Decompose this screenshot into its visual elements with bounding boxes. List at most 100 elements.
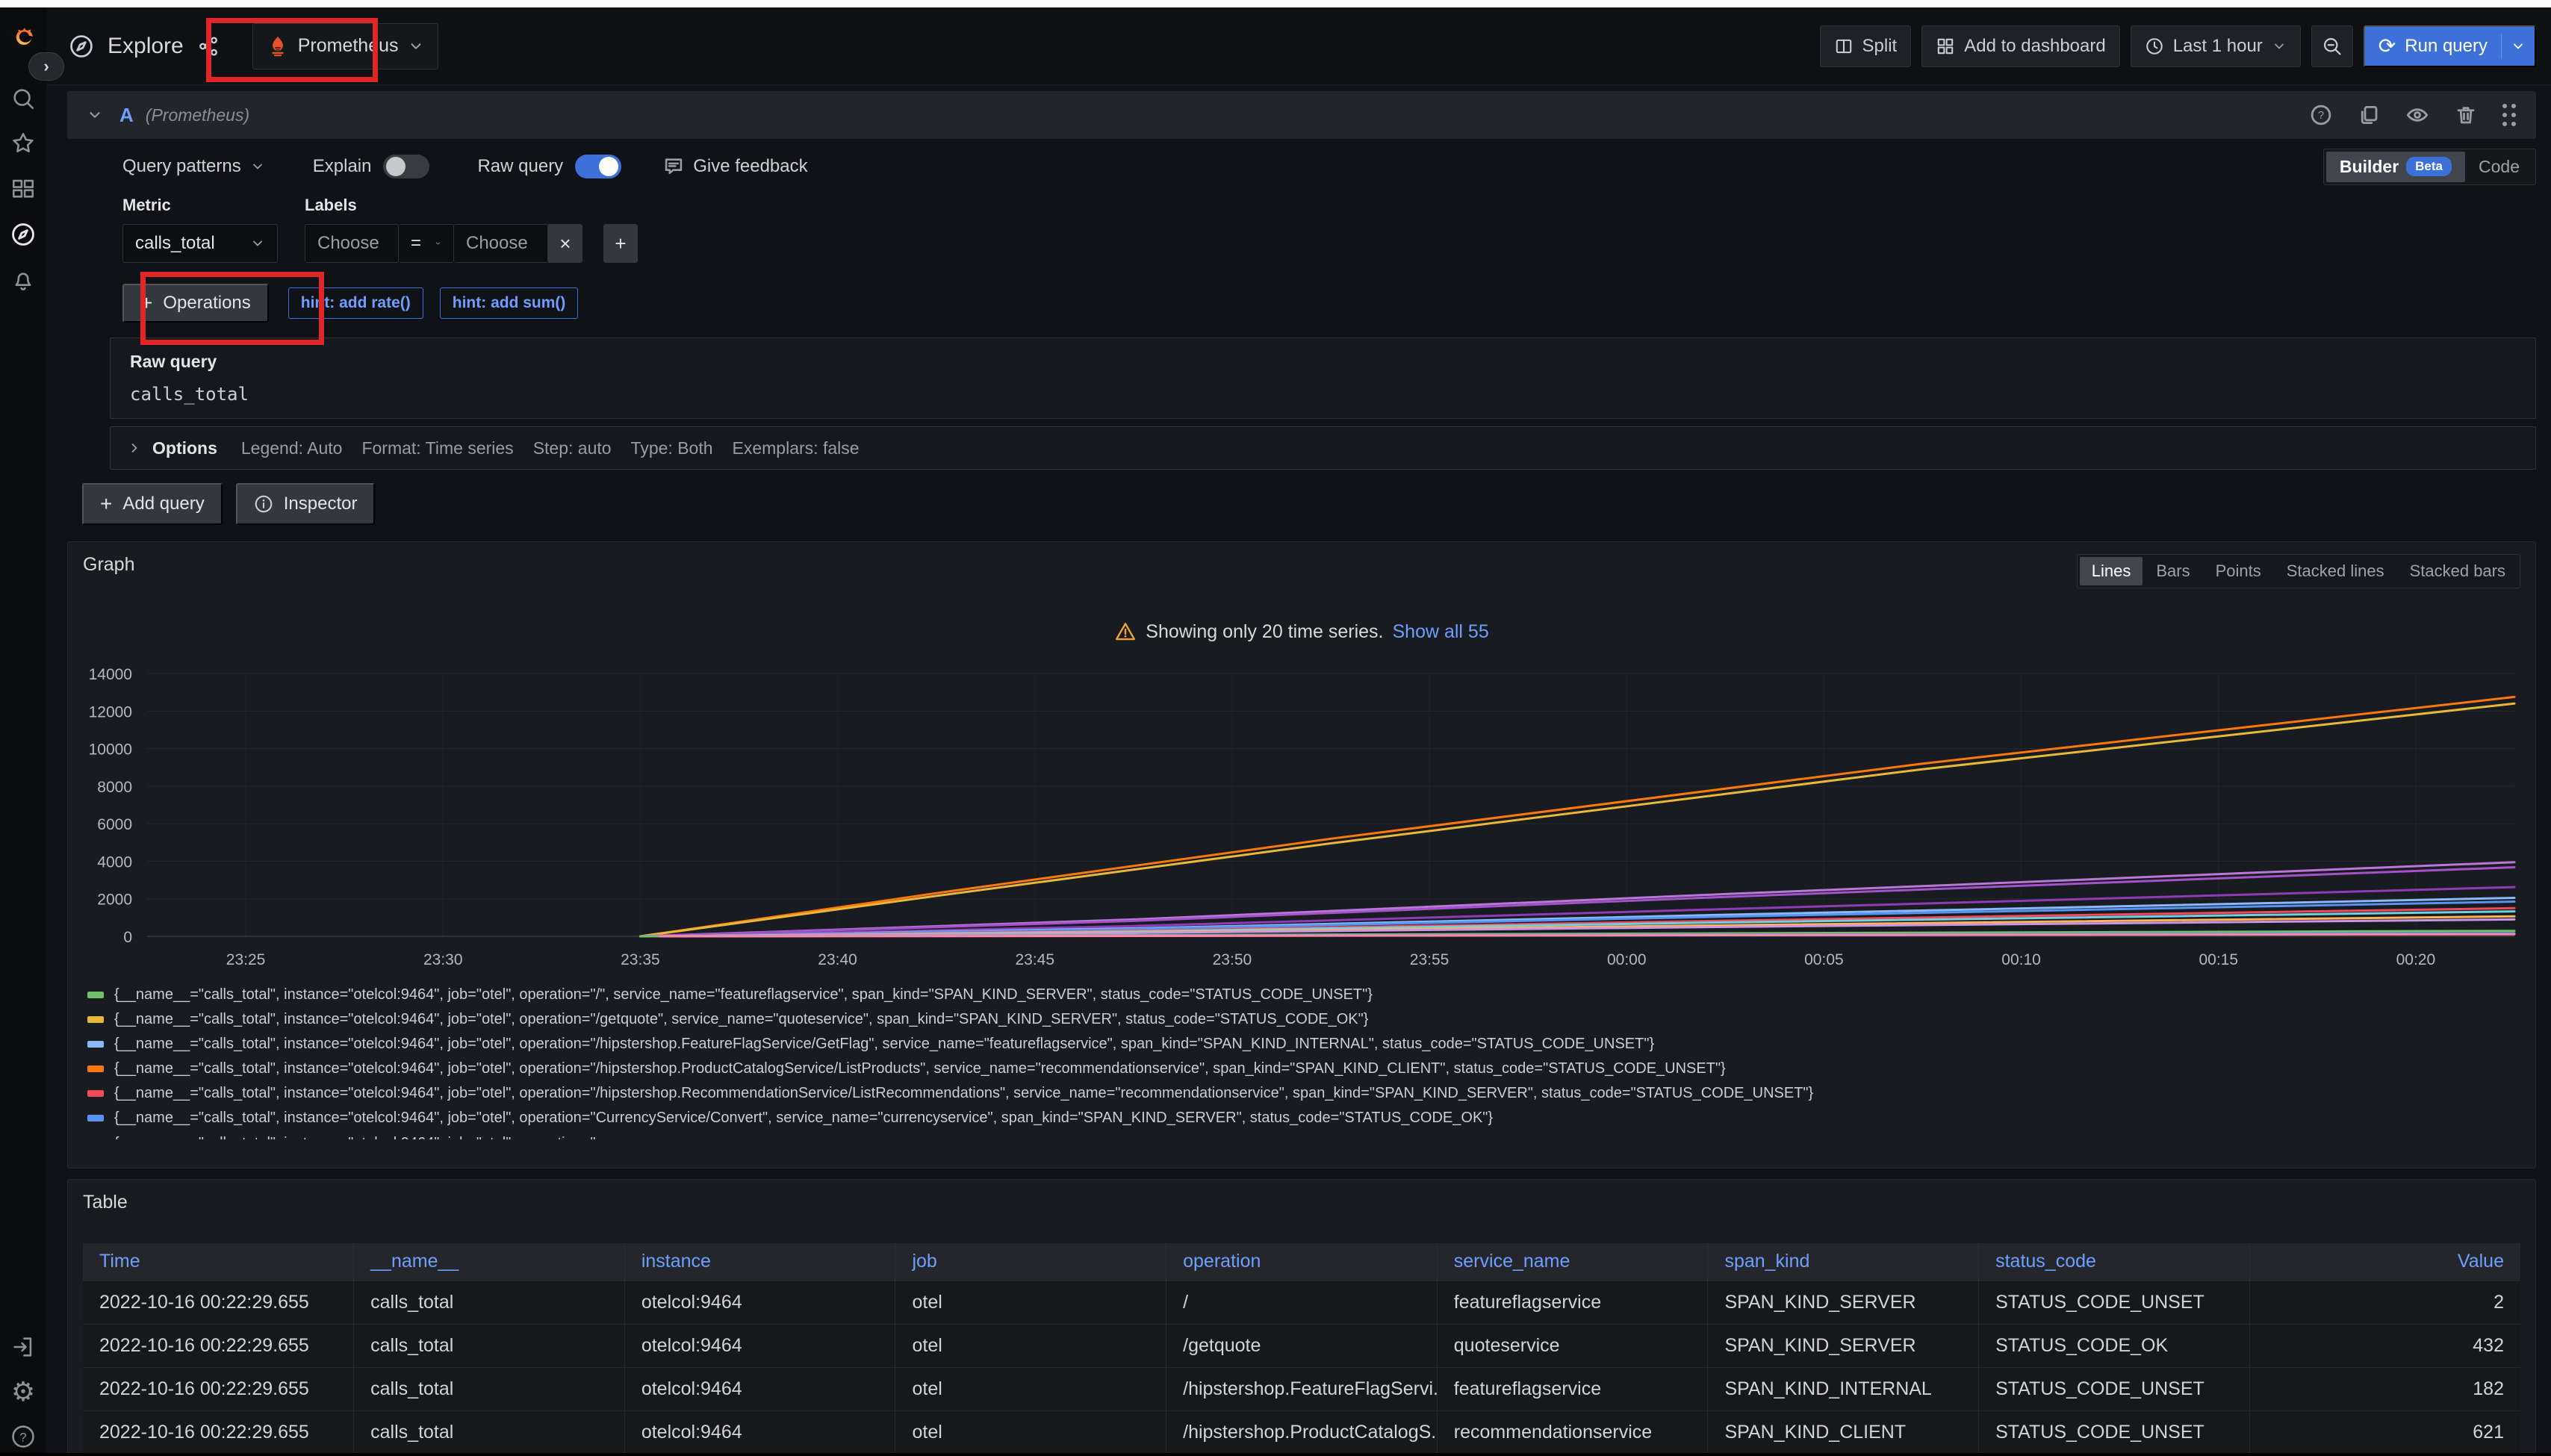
table-column-header-instance[interactable]: instance [624, 1243, 895, 1281]
x-axis-tick: 23:50 [1213, 951, 1252, 968]
inspector-button[interactable]: Inspector [236, 483, 376, 525]
dashboards-icon[interactable] [0, 169, 46, 208]
table-column-header-job[interactable]: job [895, 1243, 1166, 1281]
share-icon[interactable] [197, 35, 220, 57]
graph-mode-lines[interactable]: Lines [2080, 557, 2143, 585]
raw-query-value: calls_total [130, 384, 2516, 405]
add-operations-button[interactable]: + Operations [122, 284, 269, 323]
options-collapsed-row[interactable]: Options Legend: AutoFormat: Time seriesS… [110, 426, 2536, 470]
y-axis-tick: 2000 [97, 892, 132, 909]
chevron-down-icon [250, 159, 265, 174]
table-column-header-value[interactable]: Value [2249, 1243, 2520, 1281]
table-cell: SPAN_KIND_SERVER [1708, 1281, 1979, 1324]
label-operator-select[interactable]: = [399, 224, 454, 263]
run-query-dropdown[interactable] [2501, 34, 2535, 59]
alerting-bell-icon[interactable] [0, 261, 46, 300]
give-feedback-link[interactable]: Give feedback [663, 156, 807, 177]
legend-label: {__name__="calls_total", instance="otelc… [114, 1085, 1813, 1102]
legend-item-1[interactable]: {__name__="calls_total", instance="otelc… [87, 983, 2520, 1007]
sidebar-expand-button[interactable]: › [28, 52, 64, 81]
raw-query-toggle-group[interactable]: Raw query [477, 155, 621, 178]
query-editor-body: Query patterns Explain Raw query Give fe… [110, 149, 2536, 470]
metric-select[interactable]: calls_total [122, 224, 278, 263]
options-summary-item: Type: Both [631, 438, 713, 458]
query-hint-button-1[interactable]: hint: add rate() [288, 287, 423, 319]
table-cell: SPAN_KIND_INTERNAL [1708, 1367, 1979, 1410]
star-icon[interactable] [0, 124, 46, 163]
table-cell: / [1166, 1281, 1438, 1324]
tab-builder[interactable]: Builder Beta [2326, 152, 2465, 182]
svg-text:?: ? [19, 1430, 26, 1444]
table-cell: SPAN_KIND_SERVER [1708, 1324, 1979, 1367]
zoom-out-button[interactable] [2311, 25, 2353, 67]
chevron-down-icon[interactable] [87, 107, 103, 123]
label-name-select[interactable]: Choose [305, 224, 399, 263]
info-circle-icon [254, 494, 273, 514]
table-cell: STATUS_CODE_UNSET [1979, 1410, 2250, 1453]
sync-icon: ⟳ [2378, 36, 2396, 57]
query-hint-button-2[interactable]: hint: add sum() [440, 287, 579, 319]
time-range-picker[interactable]: Last 1 hour [2131, 25, 2301, 67]
gear-icon[interactable]: ⚙ [0, 1372, 46, 1411]
legend-item-3[interactable]: {__name__="calls_total", instance="otelc… [87, 1032, 2520, 1057]
table-column-header-operation[interactable]: operation [1166, 1243, 1438, 1281]
remove-label-filter-button[interactable]: × [548, 224, 582, 263]
legend-item-4[interactable]: {__name__="calls_total", instance="otelc… [87, 1057, 2520, 1081]
table-column-header-service_name[interactable]: service_name [1437, 1243, 1708, 1281]
query-row-header[interactable]: A (Prometheus) ? [67, 91, 2536, 139]
table-cell: featureflagservice [1437, 1281, 1708, 1324]
datasource-picker[interactable]: Prometheus [252, 23, 438, 69]
time-series-chart[interactable]: 23:2523:3023:3523:4023:4523:5023:5500:00… [83, 662, 2520, 972]
graph-mode-bars[interactable]: Bars [2144, 557, 2202, 585]
copy-icon[interactable] [2358, 104, 2380, 126]
table-row: 2022-10-16 00:22:29.655calls_totalotelco… [83, 1324, 2520, 1367]
y-axis-tick: 10000 [89, 741, 132, 759]
add-query-button[interactable]: + Add query [82, 483, 223, 525]
x-axis-tick: 00:20 [2396, 951, 2436, 968]
table-column-header-status_code[interactable]: status_code [1979, 1243, 2250, 1281]
table-column-header-time[interactable]: Time [83, 1243, 354, 1281]
add-label-filter-button[interactable]: + [603, 224, 638, 263]
explore-compass-icon[interactable] [0, 215, 46, 254]
graph-mode-stacked-bars[interactable]: Stacked bars [2398, 557, 2517, 585]
legend-color-swatch [87, 992, 104, 998]
table-cell: otel [895, 1281, 1166, 1324]
table-column-header-__name__[interactable]: __name__ [354, 1243, 625, 1281]
table-cell: otelcol:9464 [624, 1281, 895, 1324]
browser-top-edge [0, 0, 2551, 7]
grafana-logo[interactable] [0, 18, 46, 57]
split-button[interactable]: Split [1820, 25, 1912, 67]
eye-icon[interactable] [2405, 103, 2429, 127]
query-ref-id: A [119, 104, 134, 127]
query-patterns-dropdown[interactable]: Query patterns [122, 156, 265, 177]
explain-toggle-group[interactable]: Explain [313, 155, 430, 178]
table-cell: 2022-10-16 00:22:29.655 [83, 1281, 354, 1324]
x-axis-tick: 23:45 [1015, 951, 1054, 968]
graph-mode-points[interactable]: Points [2204, 557, 2273, 585]
comment-icon [663, 156, 684, 177]
chevron-down-icon [2272, 39, 2287, 54]
table-cell: quoteservice [1437, 1324, 1708, 1367]
explain-toggle[interactable] [383, 155, 429, 178]
plus-icon: + [140, 291, 152, 315]
run-query-button[interactable]: ⟳ Run query [2364, 25, 2536, 67]
sign-in-icon[interactable] [0, 1328, 46, 1366]
search-icon[interactable] [0, 79, 46, 118]
show-all-series-link[interactable]: Show all 55 [1392, 621, 1488, 643]
legend-item-2[interactable]: {__name__="calls_total", instance="otelc… [87, 1007, 2520, 1032]
question-circle-icon[interactable]: ? [2310, 104, 2332, 126]
raw-query-label: Raw query [130, 352, 2516, 372]
table-column-header-span_kind[interactable]: span_kind [1708, 1243, 1979, 1281]
help-icon[interactable]: ? [0, 1417, 46, 1456]
label-value-select[interactable]: Choose [454, 224, 548, 263]
legend-item-6[interactable]: {__name__="calls_total", instance="otelc… [87, 1106, 2520, 1130]
trash-icon[interactable] [2455, 104, 2477, 126]
add-to-dashboard-button[interactable]: Add to dashboard [1921, 25, 2119, 67]
legend-item-5[interactable]: {__name__="calls_total", instance="otelc… [87, 1081, 2520, 1106]
legend-label: {__name__="calls_total", instance="otelc… [114, 1036, 1654, 1053]
editor-mode-switch: Builder Beta Code [2323, 149, 2536, 185]
drag-grip-icon[interactable] [2502, 104, 2517, 127]
raw-query-toggle[interactable] [575, 155, 621, 178]
graph-mode-stacked-lines[interactable]: Stacked lines [2275, 557, 2396, 585]
tab-code[interactable]: Code [2465, 152, 2533, 182]
